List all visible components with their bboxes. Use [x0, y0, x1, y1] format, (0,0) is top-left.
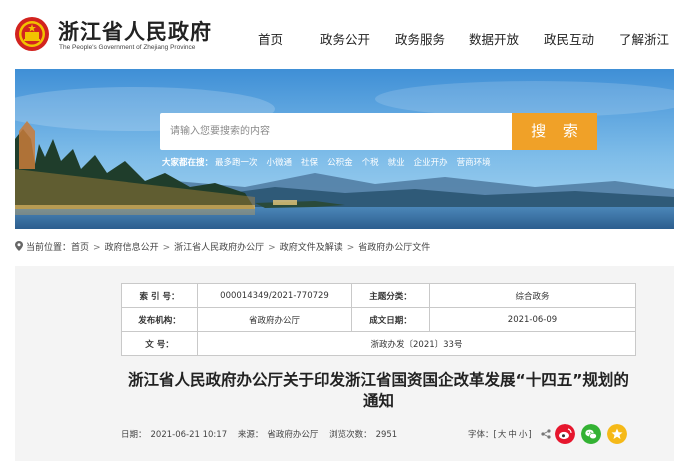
search-button[interactable]: 搜 索 — [512, 113, 597, 150]
source-value: 省政府办公厅 — [267, 430, 319, 440]
hot-word-link[interactable]: 小微通 — [267, 158, 293, 168]
breadcrumb-separator: > — [346, 243, 355, 253]
publish-date-label: 日期： — [121, 430, 147, 440]
search-input[interactable] — [160, 113, 512, 150]
wechat-icon[interactable] — [581, 424, 601, 444]
hot-search-label: 大家都在搜： — [162, 158, 214, 168]
index-label: 索 引 号： — [121, 283, 198, 308]
table-row: 文 号： 浙政办发〔2021〕33号 — [121, 331, 636, 356]
font-size-control: 字体：[大中小] — [468, 428, 532, 440]
breadcrumb-item-info-open[interactable]: 政府信息公开 — [105, 243, 159, 253]
star-icon[interactable] — [607, 424, 627, 444]
breadcrumb-prefix: 当前位置： — [26, 243, 72, 253]
location-pin-icon — [15, 241, 23, 251]
breadcrumb-item-general-office[interactable]: 浙江省人民政府办公厅 — [174, 243, 264, 253]
share-icon[interactable] — [541, 429, 551, 439]
breadcrumb-separator: > — [93, 243, 101, 253]
breadcrumb-item-office-files[interactable]: 省政府办公厅文件 — [358, 243, 430, 253]
table-row: 索 引 号： 000014349/2021-770729 主题分类： 综合政务 — [121, 283, 636, 308]
document-meta-table: 索 引 号： 000014349/2021-770729 主题分类： 综合政务 … — [121, 283, 636, 356]
font-size-close: ] — [528, 430, 532, 440]
font-size-label: 字体：[ — [468, 430, 497, 440]
publish-date: 日期： 2021-06-21 10:17 — [121, 430, 231, 440]
hot-word-link[interactable]: 企业开办 — [414, 158, 448, 168]
hot-word-link[interactable]: 个税 — [362, 158, 379, 168]
font-size-medium[interactable]: 中 — [508, 430, 517, 440]
breadcrumb-separator: > — [162, 243, 171, 253]
nav-item-gov-services[interactable]: 政务服务 — [395, 29, 445, 48]
source-label: 来源： — [237, 430, 264, 440]
nav-item-open-data[interactable]: 数据开放 — [469, 29, 519, 48]
breadcrumb-item-home[interactable]: 首页 — [71, 243, 89, 253]
nav-item-gov-affairs-open[interactable]: 政务公开 — [320, 29, 370, 48]
nav-item-about-zhejiang[interactable]: 了解浙江 — [619, 29, 669, 48]
publish-date-value: 2021-06-21 10:17 — [150, 430, 228, 440]
hot-word-link[interactable]: 就业 — [388, 158, 405, 168]
search-box — [160, 113, 512, 150]
hot-word-link[interactable]: 社保 — [301, 158, 318, 168]
font-size-small[interactable]: 小 — [519, 430, 528, 440]
issuer-label: 发布机构： — [121, 307, 198, 332]
category-label: 主题分类： — [351, 283, 430, 308]
table-row: 发布机构： 省政府办公厅 成文日期： 2021-06-09 — [121, 307, 636, 332]
view-count-value: 2951 — [375, 430, 398, 440]
main-nav: 首页 政务公开 政务服务 数据开放 政民互动 了解浙江 — [0, 29, 689, 49]
nav-item-home[interactable]: 首页 — [258, 29, 283, 48]
hot-word-link[interactable]: 营商环境 — [457, 158, 491, 168]
document-info: 日期： 2021-06-21 10:17 来源： 省政府办公厅 浏览次数： 2951 — [121, 428, 405, 440]
date-value: 2021-06-09 — [429, 307, 636, 332]
view-count: 浏览次数： 2951 — [329, 430, 401, 440]
issuer-value: 省政府办公厅 — [197, 307, 352, 332]
docno-value: 浙政办发〔2021〕33号 — [197, 331, 636, 356]
nav-item-interaction[interactable]: 政民互动 — [544, 29, 594, 48]
hot-word-link[interactable]: 最多跑一次 — [215, 158, 258, 168]
hot-search-words: 大家都在搜： 最多跑一次 小微通 社保 公积金 个税 就业 企业开办 营商环境 — [162, 156, 500, 168]
breadcrumb: 当前位置：首页 > 政府信息公开 > 浙江省人民政府办公厅 > 政府文件及解读 > 省政府办公厅… — [15, 240, 430, 253]
weibo-icon[interactable] — [555, 424, 575, 444]
font-size-large[interactable]: 大 — [498, 430, 507, 440]
date-label: 成文日期： — [351, 307, 430, 332]
search-banner: 搜 索 大家都在搜：最多跑一次小微通社保公积金个税就业企业开办营商环境 — [15, 69, 674, 229]
category-value: 综合政务 — [429, 283, 636, 308]
view-count-label: 浏览次数： — [329, 430, 372, 440]
docno-label: 文 号： — [121, 331, 198, 356]
site-header: 浙江省人民政府 The People's Government of Zheji… — [0, 0, 689, 70]
breadcrumb-separator: > — [268, 243, 276, 253]
document-title: 浙江省人民政府办公厅关于印发浙江省国资国企改革发展“十四五”规划的通知 — [128, 371, 629, 410]
index-value: 000014349/2021-770729 — [197, 283, 352, 308]
source: 来源： 省政府办公厅 — [238, 430, 323, 440]
breadcrumb-item-documents[interactable]: 政府文件及解读 — [280, 243, 343, 253]
hot-word-link[interactable]: 公积金 — [327, 158, 353, 168]
